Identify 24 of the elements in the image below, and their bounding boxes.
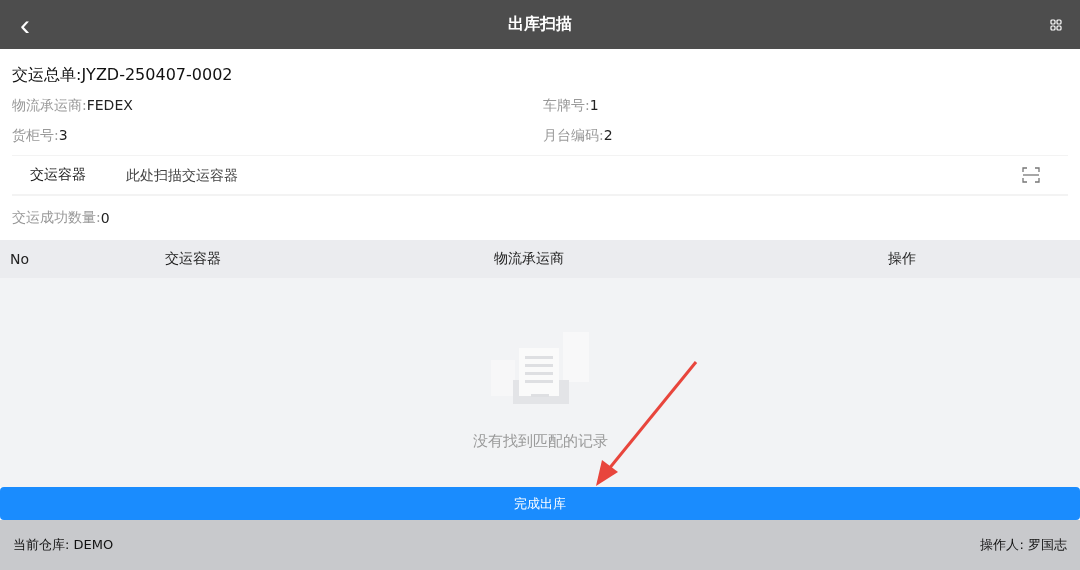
apps-icon[interactable] <box>1050 18 1062 31</box>
field-label: 交运容器 <box>30 166 87 184</box>
page-title: 出库扫描 <box>508 14 572 35</box>
operator-text: 操作人: 罗国志 <box>980 536 1067 554</box>
field-label: 车牌号: <box>543 97 590 113</box>
field-label: 月台编码: <box>543 127 604 143</box>
field-label: 物流承运商: <box>12 97 87 113</box>
order-number: JYZD-250407-0002 <box>81 65 233 84</box>
column-header: No <box>10 251 31 267</box>
count-label: 交运成功数量: <box>12 209 101 227</box>
column-header: 操作 <box>888 250 917 268</box>
field-value: 2 <box>603 127 613 143</box>
back-button[interactable]: ‹ <box>14 9 36 40</box>
empty-message: 没有找到匹配的记录 <box>472 432 608 451</box>
warehouse-text: 当前仓库: DEMO <box>13 536 114 554</box>
field-value: 1 <box>589 97 599 113</box>
column-header: 物流承运商 <box>494 250 565 268</box>
column-header: 交运容器 <box>165 250 222 268</box>
field-value: FEDEX <box>86 97 133 113</box>
field-value: 3 <box>58 127 68 143</box>
scan-icon[interactable] <box>1022 167 1040 183</box>
count-value: 0 <box>100 210 110 226</box>
scan-input-field[interactable]: 此处扫描交运容器 <box>124 166 1022 184</box>
field-label: 货柜号: <box>12 127 59 143</box>
